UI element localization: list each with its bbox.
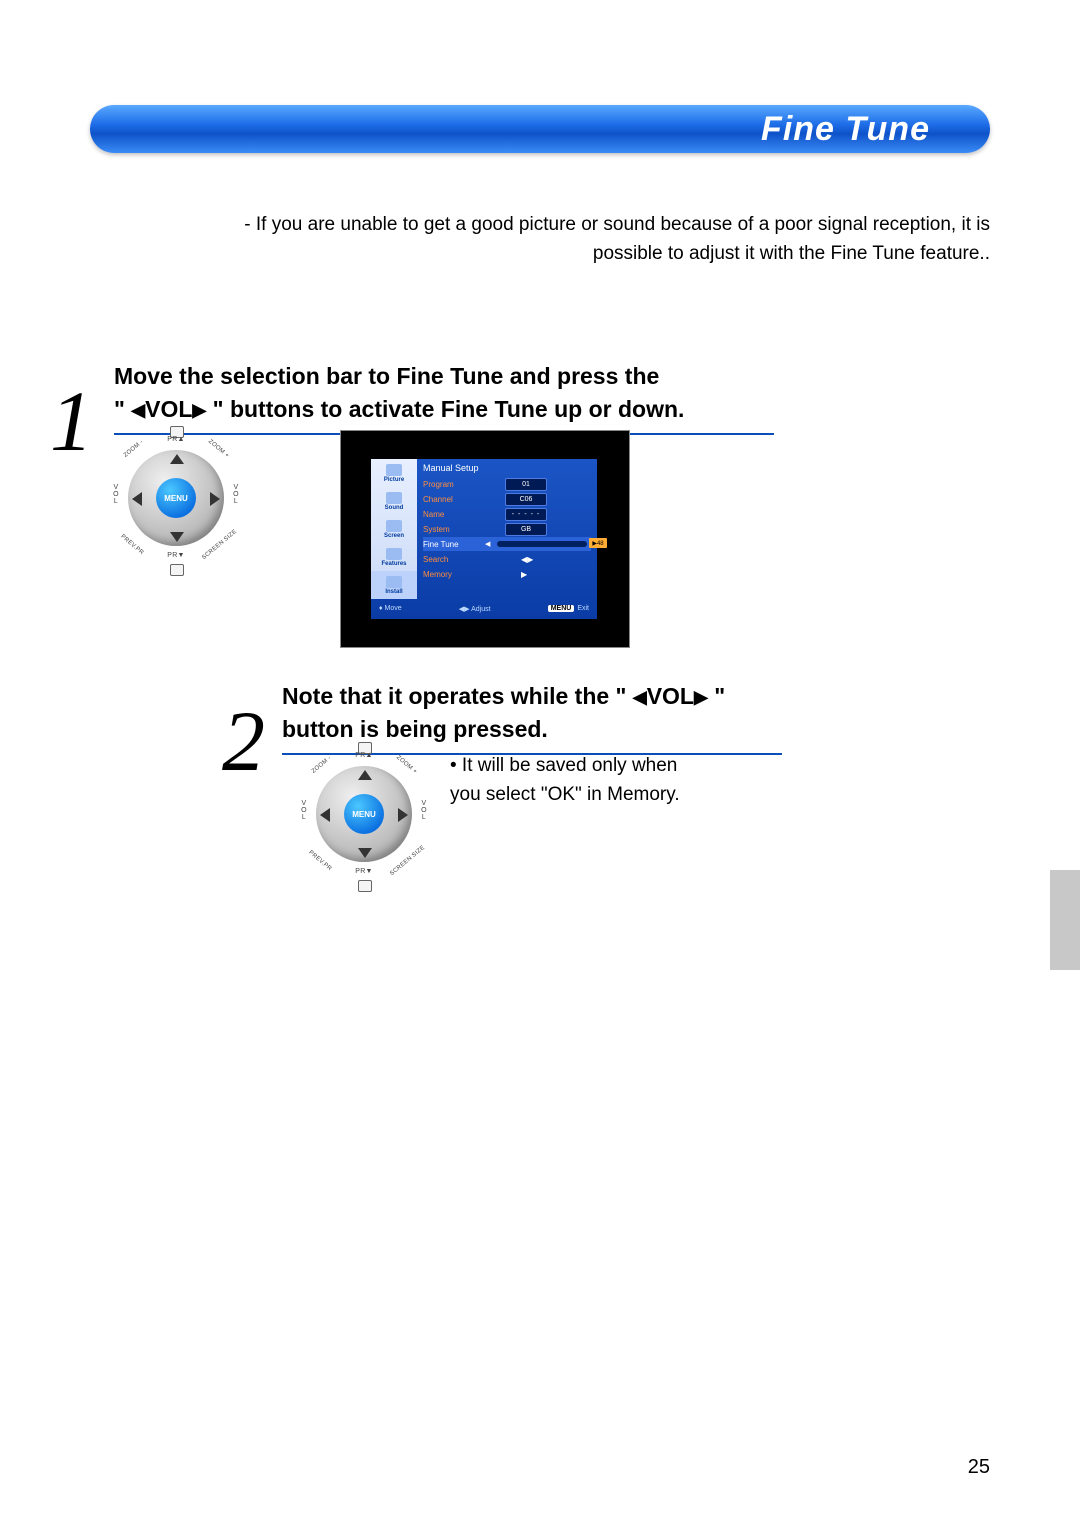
zoom-minus-label: ZOOM - bbox=[311, 755, 333, 775]
step2-suffix: " bbox=[708, 683, 725, 709]
vol-label: VOL bbox=[145, 396, 192, 422]
arrow-left-icon bbox=[320, 808, 330, 822]
osd-panel: Picture Sound Screen Features Install Ma… bbox=[371, 459, 597, 619]
osd-row-system: System GB bbox=[423, 522, 591, 536]
arrow-right-icon bbox=[210, 492, 220, 506]
step-1-number: 1 bbox=[50, 378, 93, 464]
step-2-heading-line1: Note that it operates while the " ◀VOL▶ … bbox=[282, 680, 842, 713]
step-1: 1 Move the selection bar to Fine Tune an… bbox=[50, 360, 790, 435]
arrow-left-icon bbox=[132, 492, 142, 506]
arrow-up-icon bbox=[170, 454, 184, 464]
finetune-bar: ▶48 bbox=[497, 541, 587, 547]
finetune-left-caret-icon: ◀ bbox=[485, 540, 490, 548]
intro-text: - If you are unable to get a good pictur… bbox=[200, 210, 990, 269]
arrow-down-icon bbox=[358, 848, 372, 858]
section-banner: Fine Tune bbox=[90, 105, 990, 153]
remote-graphic-1: PR▲ ZOOM - ZOOM + MENU V O L V O L PREV.… bbox=[96, 430, 256, 595]
remote-bottom-icon bbox=[358, 880, 372, 892]
vol-right-label: V O L bbox=[418, 800, 430, 821]
prev-pr-label: PREV.PR bbox=[307, 850, 332, 873]
remote-center-button: MENU bbox=[344, 794, 384, 834]
page-edge-tab bbox=[1050, 870, 1080, 970]
vol-right-label: V O L bbox=[230, 484, 242, 505]
page-number: 25 bbox=[968, 1456, 990, 1479]
osd-sidebar-sound: Sound bbox=[371, 487, 417, 515]
zoom-plus-label: ZOOM + bbox=[207, 439, 230, 460]
remote-center-button: MENU bbox=[156, 478, 196, 518]
osd-row-channel: Channel C06 bbox=[423, 492, 591, 506]
manual-page: Fine Tune - If you are unable to get a g… bbox=[0, 0, 1080, 1525]
remote-graphic-2: PR▲ ZOOM - ZOOM + MENU V O L V O L PREV.… bbox=[284, 746, 444, 911]
vol-left-label: V O L bbox=[298, 800, 310, 821]
step1-suffix: " buttons to activate Fine Tune up or do… bbox=[206, 396, 684, 422]
pr-up-label: PR▲ bbox=[346, 752, 382, 759]
pr-down-label: PR▼ bbox=[346, 868, 382, 875]
finetune-value-tag: ▶48 bbox=[589, 538, 607, 548]
osd-footer: ♦ Move ◀▶ Adjust MENUExit bbox=[379, 605, 589, 613]
step-1-heading-line1: Move the selection bar to Fine Tune and … bbox=[114, 360, 790, 393]
osd-footer-adjust: ◀▶ Adjust bbox=[459, 605, 491, 613]
step-1-heading-line2: " ◀VOL▶ " buttons to activate Fine Tune … bbox=[114, 393, 790, 426]
osd-sidebar-features: Features bbox=[371, 543, 417, 571]
osd-screenshot: Picture Sound Screen Features Install Ma… bbox=[340, 430, 630, 648]
left-triangle-icon: ◀ bbox=[131, 397, 145, 423]
osd-sidebar: Picture Sound Screen Features Install bbox=[371, 459, 417, 599]
step-2: 2 Note that it operates while the " ◀VOL… bbox=[222, 680, 842, 755]
osd-row-program: Program 01 bbox=[423, 477, 591, 491]
osd-row-finetune: Fine Tune ◀ ▶48 bbox=[423, 537, 591, 551]
vol-label: VOL bbox=[647, 683, 694, 709]
step2-prefix: Note that it operates while the " bbox=[282, 683, 633, 709]
pr-down-label: PR▼ bbox=[158, 552, 194, 559]
osd-footer-move: ♦ Move bbox=[379, 605, 402, 613]
right-triangle-icon: ▶ bbox=[694, 684, 708, 710]
banner-title: Fine Tune bbox=[761, 110, 930, 149]
step-2-bullet: • It will be saved only when you select … bbox=[450, 752, 710, 809]
step1-prefix: " bbox=[114, 396, 131, 422]
osd-row-name: Name - - - - - bbox=[423, 507, 591, 521]
osd-sidebar-screen: Screen bbox=[371, 515, 417, 543]
vol-left-label: V O L bbox=[110, 484, 122, 505]
remote-bottom-icon bbox=[170, 564, 184, 576]
osd-footer-exit: MENUExit bbox=[548, 605, 589, 613]
arrow-up-icon bbox=[358, 770, 372, 780]
osd-title: Manual Setup bbox=[423, 463, 479, 473]
arrow-right-icon bbox=[398, 808, 408, 822]
osd-row-search: Search ◀▶ bbox=[423, 552, 591, 566]
step-2-number: 2 bbox=[222, 698, 265, 784]
left-triangle-icon: ◀ bbox=[633, 684, 647, 710]
osd-sidebar-picture: Picture bbox=[371, 459, 417, 487]
osd-sidebar-install: Install bbox=[371, 571, 417, 599]
zoom-minus-label: ZOOM - bbox=[123, 439, 145, 459]
arrow-down-icon bbox=[170, 532, 184, 542]
prev-pr-label: PREV.PR bbox=[119, 534, 144, 557]
pr-up-label: PR▲ bbox=[158, 436, 194, 443]
zoom-plus-label: ZOOM + bbox=[395, 755, 418, 776]
osd-row-memory: Memory ▶ bbox=[423, 567, 591, 581]
right-triangle-icon: ▶ bbox=[192, 397, 206, 423]
